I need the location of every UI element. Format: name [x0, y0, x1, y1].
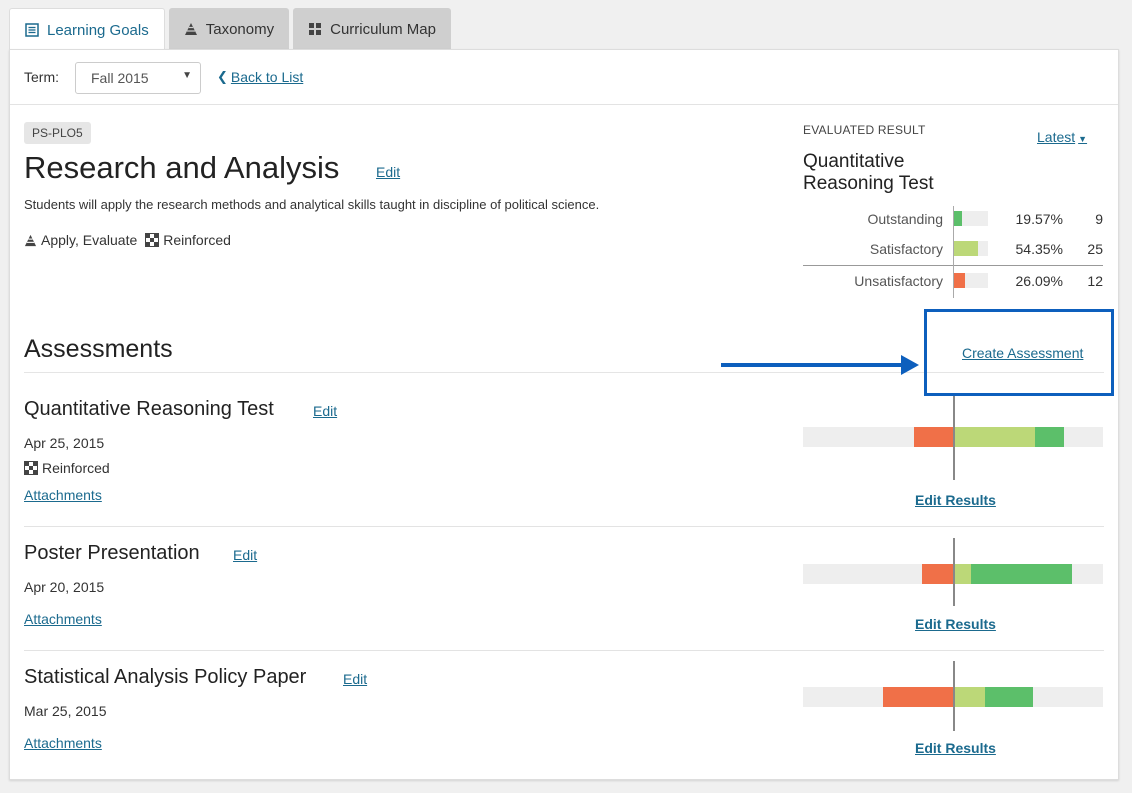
assessments-heading: Assessments [24, 335, 173, 363]
assessment-level: Reinforced [42, 460, 110, 476]
back-to-list-label: Back to List [230, 69, 304, 85]
pyramid-icon [24, 234, 37, 247]
tab-learning-goals[interactable]: Learning Goals [9, 8, 165, 51]
result-bar-fill [953, 241, 978, 256]
segment-satisfactory [953, 564, 971, 584]
result-bar-fill [953, 211, 962, 226]
segment-unsatisfactory [913, 427, 953, 447]
back-to-list-link[interactable]: ❮ Back to List [217, 69, 303, 85]
assessment-date: Apr 25, 2015 [24, 435, 105, 451]
row-divider [24, 526, 1104, 527]
assessment-date: Mar 25, 2015 [24, 703, 107, 719]
row-divider [24, 650, 1104, 651]
result-name: Satisfactory [869, 241, 943, 257]
result-bar-track [953, 273, 988, 288]
segment-satisfactory [953, 687, 985, 707]
assessment-edit-link[interactable]: Edit [233, 547, 257, 563]
tab-label: Taxonomy [205, 20, 275, 38]
tab-label: Learning Goals [47, 21, 149, 39]
result-name: Outstanding [867, 211, 944, 227]
caret-down-icon: ▼ [1078, 134, 1088, 144]
chevron-left-icon: ❮ [217, 69, 228, 84]
arrow-shaft [721, 363, 903, 367]
result-axis-line [953, 396, 955, 480]
term-label: Term: [24, 69, 59, 85]
caret-down-icon: ▼ [182, 70, 192, 81]
goal-taxonomy: Apply, Evaluate [41, 232, 138, 248]
goal-description: Students will apply the research methods… [24, 197, 600, 212]
list-icon [25, 23, 39, 37]
goal-level: Reinforced [163, 232, 231, 248]
attachments-link[interactable]: Attachments [24, 487, 102, 503]
result-axis-line [953, 538, 955, 606]
term-select-value: Fall 2015 [91, 70, 149, 86]
result-count: 12 [1087, 273, 1103, 289]
grid-icon [308, 22, 322, 36]
edit-results-link[interactable]: Edit Results [915, 616, 996, 632]
main-panel: Term: Fall 2015 ▼ ❮ Back to List PS-PLO5… [9, 49, 1119, 780]
latest-label: Latest [1037, 129, 1076, 145]
result-axis-line [953, 206, 954, 298]
attachments-link[interactable]: Attachments [24, 735, 102, 751]
result-bar-track [953, 211, 988, 226]
assessment-edit-link[interactable]: Edit [313, 403, 337, 419]
tab-curriculum-map[interactable]: Curriculum Map [293, 8, 451, 50]
result-percent: 54.35% [1015, 241, 1063, 257]
assessment-date: Apr 20, 2015 [24, 579, 105, 595]
tab-bar: Learning Goals Taxonomy Curriculum Map [9, 8, 455, 51]
latest-dropdown[interactable]: Latest ▼ [1037, 129, 1087, 145]
term-select[interactable]: Fall 2015 ▼ [75, 62, 201, 94]
result-name: Unsatisfactory [854, 273, 943, 289]
result-axis-line [953, 661, 955, 731]
segment-unsatisfactory [882, 687, 953, 707]
assessment-title: Quantitative Reasoning Test [24, 398, 274, 420]
segment-outstanding [1034, 427, 1064, 447]
tab-label: Curriculum Map [330, 20, 436, 38]
term-bar: Term: Fall 2015 ▼ ❮ Back to List [10, 50, 1118, 105]
segment-unsatisfactory [921, 564, 953, 584]
result-bar-fill [953, 273, 965, 288]
edit-results-link[interactable]: Edit Results [915, 492, 996, 508]
assessment-meta: Reinforced [24, 460, 110, 476]
result-count: 9 [1095, 211, 1103, 227]
highlight-box [924, 309, 1114, 396]
checker-icon [24, 461, 38, 475]
attachments-link[interactable]: Attachments [24, 611, 102, 627]
goal-title: Research and Analysis [24, 150, 340, 185]
edit-results-link[interactable]: Edit Results [915, 740, 996, 756]
tab-taxonomy[interactable]: Taxonomy [168, 8, 290, 50]
result-percent: 19.57% [1015, 211, 1063, 227]
checker-icon [145, 233, 160, 247]
result-percent: 26.09% [1015, 273, 1063, 289]
evaluated-result-label: EVALUATED RESULT [803, 123, 926, 137]
goal-meta: Apply, Evaluate Reinforced [24, 232, 231, 248]
arrow-right-icon [901, 355, 919, 375]
assessment-edit-link[interactable]: Edit [343, 671, 367, 687]
goal-code-badge: PS-PLO5 [24, 122, 91, 144]
result-bar-track [953, 241, 988, 256]
segment-outstanding [984, 687, 1033, 707]
segment-outstanding [971, 564, 1072, 584]
pyramid-icon [184, 22, 198, 36]
assessment-title: Statistical Analysis Policy Paper [24, 666, 307, 688]
evaluated-result-title: Quantitative Reasoning Test [803, 151, 934, 194]
goal-edit-link[interactable]: Edit [376, 164, 400, 180]
result-count: 25 [1087, 241, 1103, 257]
segment-satisfactory [953, 427, 1035, 447]
assessment-title: Poster Presentation [24, 542, 200, 564]
